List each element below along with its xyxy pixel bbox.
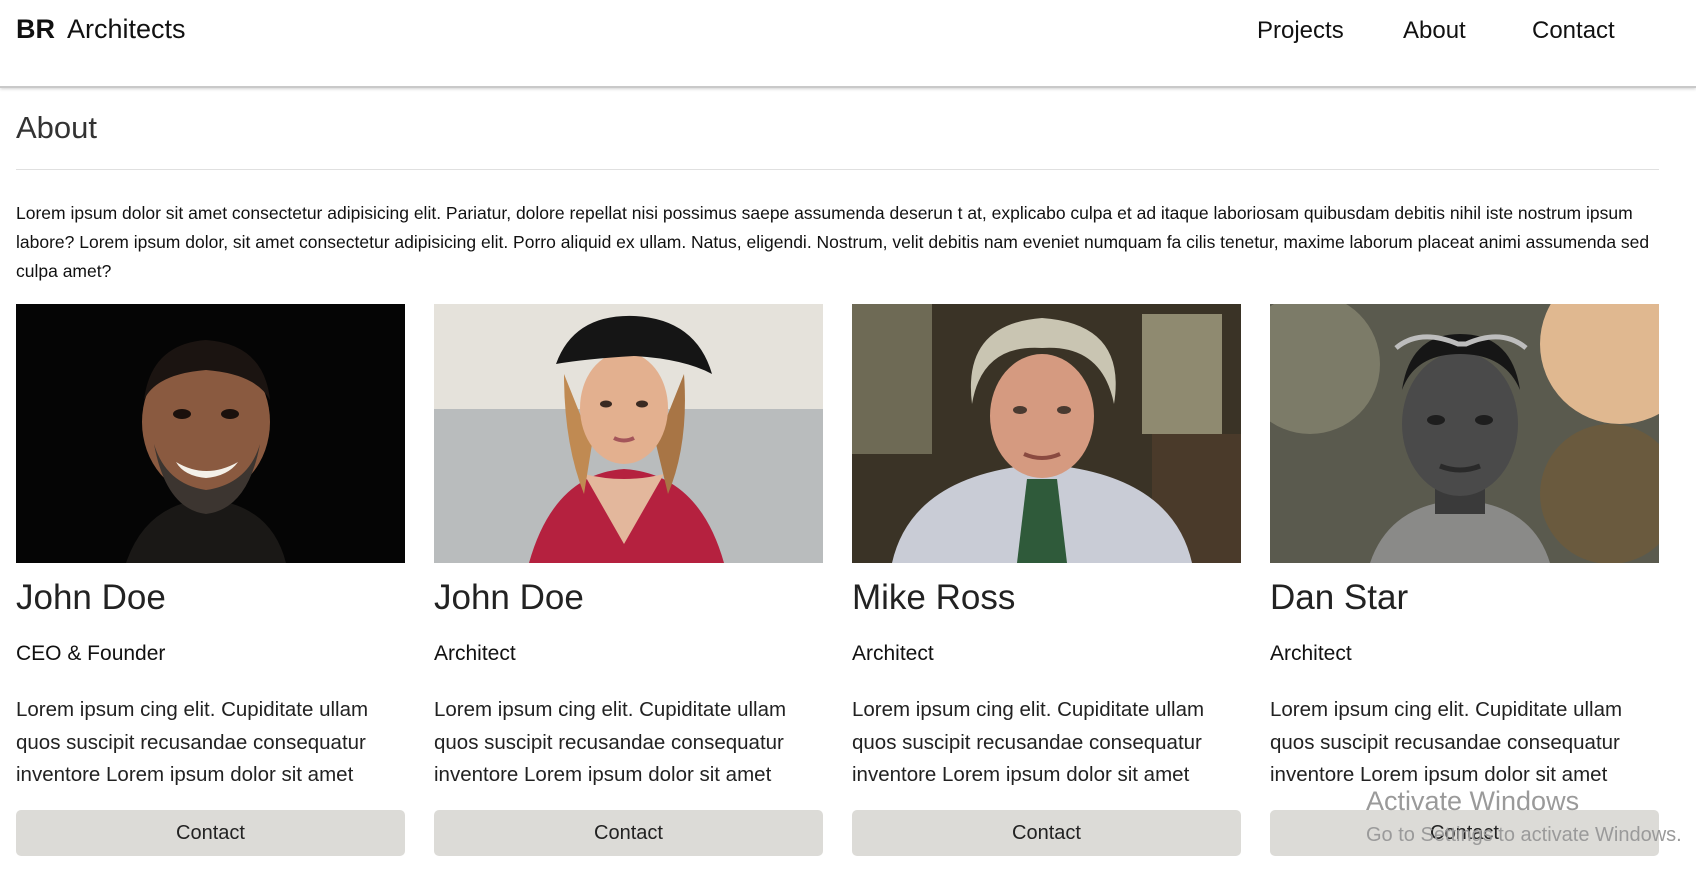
contact-button[interactable]: Contact bbox=[16, 810, 405, 856]
portrait-image bbox=[1270, 304, 1659, 563]
portrait-image bbox=[16, 304, 405, 563]
member-name: John Doe bbox=[434, 578, 584, 617]
portrait-image bbox=[434, 304, 823, 563]
member-photo bbox=[434, 304, 823, 563]
nav-link-about[interactable]: About bbox=[1403, 17, 1466, 45]
team-card: Mike Ross Architect Lorem ipsum cing eli… bbox=[852, 304, 1241, 864]
contact-button[interactable]: Contact bbox=[434, 810, 823, 856]
nav-menu: Projects About Contact bbox=[0, 17, 1696, 47]
nav-link-projects[interactable]: Projects bbox=[1257, 17, 1344, 45]
member-role: Architect bbox=[852, 642, 934, 665]
contact-button[interactable]: Contact bbox=[852, 810, 1241, 856]
about-intro-text: Lorem ipsum dolor sit amet consectetur a… bbox=[16, 203, 1650, 281]
team-card: John Doe CEO & Founder Lorem ipsum cing … bbox=[16, 304, 405, 864]
member-name: Dan Star bbox=[1270, 578, 1409, 617]
nav-link-contact[interactable]: Contact bbox=[1532, 17, 1615, 45]
page-title: About bbox=[16, 110, 98, 145]
member-description: Lorem ipsum cing elit. Cupiditate ullam … bbox=[434, 698, 787, 786]
team-card: Dan Star Architect Lorem ipsum cing elit… bbox=[1270, 304, 1659, 864]
navbar: BR Architects Projects About Contact bbox=[0, 0, 1696, 88]
title-divider bbox=[16, 169, 1659, 170]
member-role: CEO & Founder bbox=[16, 642, 166, 665]
contact-button[interactable]: Contact bbox=[1270, 810, 1659, 856]
member-role: Architect bbox=[1270, 642, 1352, 665]
member-photo bbox=[1270, 304, 1659, 563]
team-card: John Doe Architect Lorem ipsum cing elit… bbox=[434, 304, 823, 864]
member-name: Mike Ross bbox=[852, 578, 1016, 617]
member-description: Lorem ipsum cing elit. Cupiditate ullam … bbox=[852, 698, 1205, 786]
portrait-image bbox=[852, 304, 1241, 563]
member-photo bbox=[16, 304, 405, 563]
member-name: John Doe bbox=[16, 578, 166, 617]
member-photo bbox=[852, 304, 1241, 563]
member-role: Architect bbox=[434, 642, 516, 665]
member-description: Lorem ipsum cing elit. Cupiditate ullam … bbox=[1270, 698, 1623, 786]
member-description: Lorem ipsum cing elit. Cupiditate ullam … bbox=[16, 698, 369, 786]
